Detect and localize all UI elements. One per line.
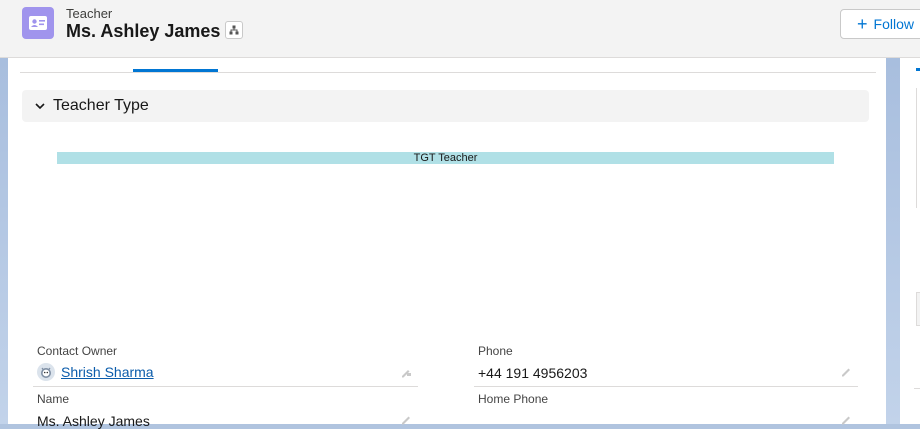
field-home-phone: Home Phone	[478, 392, 548, 412]
tab-active-indicator[interactable]	[133, 69, 218, 72]
view-hierarchy-button[interactable]	[225, 21, 243, 39]
field-phone: Phone +44 191 4956203	[478, 344, 587, 381]
field-name: Name Ms. Ashley James	[37, 392, 150, 429]
field-contact-owner: Contact Owner Shrish Sharma	[37, 344, 154, 381]
edit-pencil-icon[interactable]	[840, 413, 852, 425]
tab-bar-divider	[20, 72, 876, 73]
contact-owner-link[interactable]: Shrish Sharma	[61, 364, 154, 380]
hierarchy-icon	[229, 25, 239, 35]
background-left	[0, 58, 8, 424]
field-label: Contact Owner	[37, 344, 118, 358]
contact-card-icon	[22, 7, 54, 39]
section-title: Teacher Type	[53, 97, 149, 114]
field-value: Shrish Sharma	[37, 363, 154, 381]
field-divider	[474, 386, 858, 387]
plus-icon: +	[857, 14, 868, 34]
teacher-type-bar: TGT Teacher	[57, 152, 834, 164]
record-detail-card: Teacher Type TGT Teacher Contact Owner S…	[8, 58, 886, 429]
avatar-icon	[37, 363, 55, 381]
field-label: Name	[37, 392, 70, 406]
field-label: Phone	[478, 344, 513, 358]
follow-label: Follow	[873, 16, 914, 32]
sidebar-tab-indicator[interactable]	[916, 68, 920, 71]
sidebar-card	[916, 88, 920, 208]
record-title: Ms. Ashley James	[66, 21, 221, 41]
edit-pencil-icon[interactable]	[840, 365, 852, 377]
right-sidebar	[900, 58, 920, 424]
edit-pencil-icon[interactable]	[400, 413, 412, 425]
phone-value: +44 191 4956203	[478, 365, 588, 381]
section-header-teacher-type[interactable]: Teacher Type	[22, 90, 869, 122]
sidebar-input[interactable]	[916, 292, 920, 326]
record-header: Teacher Ms. Ashley James + Follow	[0, 0, 920, 58]
background-gutter	[886, 58, 900, 424]
object-label: Teacher	[66, 6, 113, 21]
chevron-down-icon	[34, 100, 46, 112]
field-divider	[33, 386, 418, 387]
field-label: Home Phone	[478, 392, 549, 406]
name-value: Ms. Ashley James	[37, 413, 150, 429]
sidebar-divider	[914, 388, 920, 389]
lock-edit-icon	[402, 370, 411, 378]
follow-button[interactable]: + Follow	[840, 9, 920, 39]
